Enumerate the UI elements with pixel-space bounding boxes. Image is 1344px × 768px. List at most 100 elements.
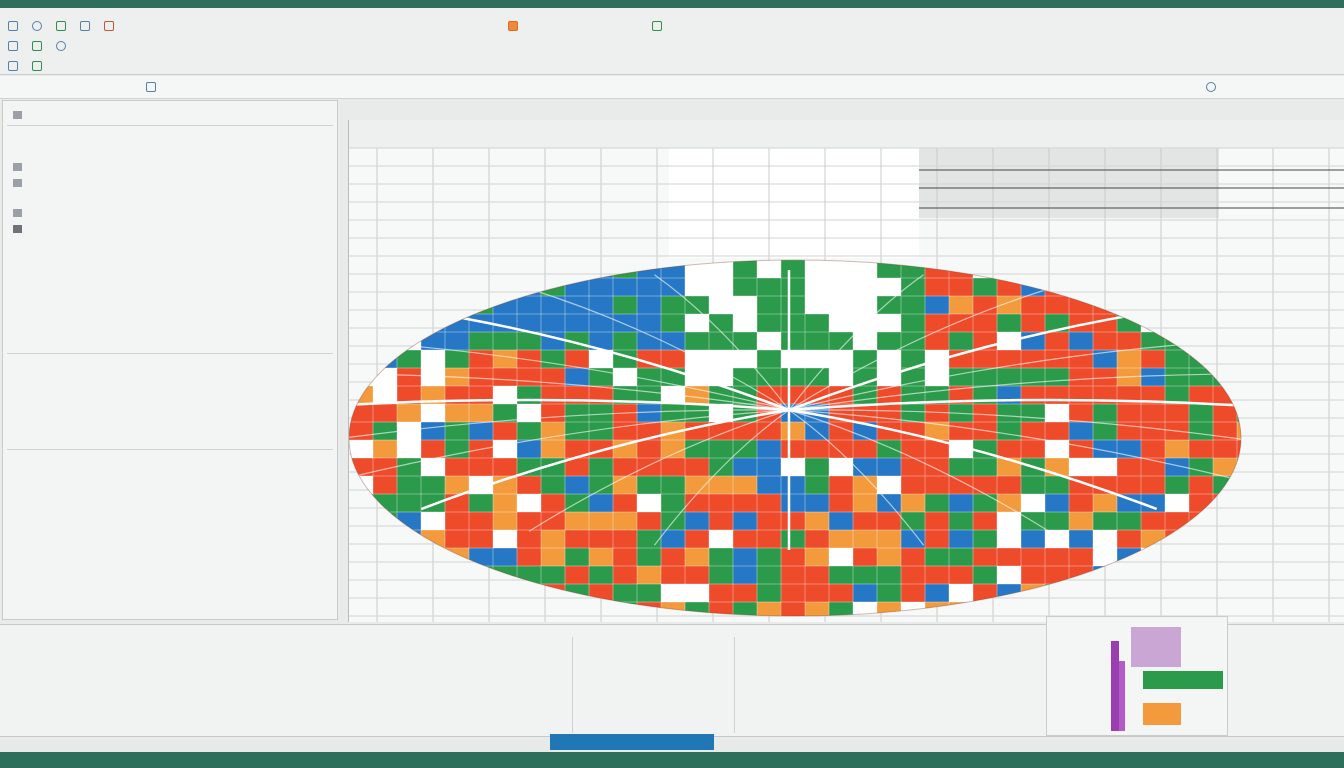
chart-cell [1141, 440, 1165, 458]
chart-cell [493, 422, 517, 440]
chart-cell [1333, 494, 1344, 512]
chart-cell [877, 440, 901, 458]
expand-icon[interactable] [1206, 82, 1216, 92]
chart-cell [805, 512, 829, 530]
chart-cell [877, 296, 901, 314]
spreadsheet[interactable] [348, 120, 1344, 622]
list-item[interactable] [13, 163, 22, 171]
chart-cell [781, 350, 805, 368]
chart-cell [1021, 296, 1045, 314]
mini-chart-panel[interactable] [1046, 616, 1228, 736]
function-icon[interactable] [146, 82, 156, 92]
chart-cell [1237, 296, 1241, 314]
ribbon-tool-5[interactable] [32, 61, 42, 71]
ribbon-group-3[interactable] [56, 21, 66, 31]
chart-cell [397, 404, 421, 422]
chart-cell [1333, 566, 1344, 584]
ribbon-group-1[interactable] [8, 21, 18, 31]
chart-cell [1117, 260, 1141, 278]
chart-cell [685, 296, 709, 314]
chart-cell [1045, 368, 1069, 386]
chart-cell [1213, 386, 1237, 404]
chart-cell [1333, 512, 1344, 530]
chart-cell [349, 548, 373, 566]
chart-cell [1069, 440, 1093, 458]
divider [734, 637, 735, 733]
chart-cell [901, 548, 925, 566]
chart-cell [613, 494, 637, 512]
chart-cell [685, 278, 709, 296]
chart-cell [469, 530, 493, 548]
chart-cell [781, 260, 805, 278]
chart-cell [373, 476, 397, 494]
chart-cell [1285, 278, 1309, 296]
ribbon-group-6[interactable] [508, 21, 518, 31]
chart-cell [1069, 332, 1093, 350]
chart-cell [445, 404, 469, 422]
chart-cell [1141, 494, 1165, 512]
ribbon-group-2[interactable] [32, 21, 42, 31]
chart-cell [925, 314, 949, 332]
chart-cell [949, 422, 973, 440]
chart-cell [829, 548, 853, 566]
chart-cell [1021, 602, 1045, 616]
ribbon-tool-2[interactable] [32, 41, 42, 51]
ribbon-tool-3[interactable] [56, 41, 66, 51]
chart-cell [997, 440, 1021, 458]
chart-cell [1285, 566, 1309, 584]
chart-cell [925, 476, 949, 494]
chart-cell [973, 458, 997, 476]
chart-cell [1045, 566, 1069, 584]
chart-cell [805, 476, 829, 494]
chart-cell [1285, 602, 1309, 620]
chart-cell [901, 314, 925, 332]
formula-bar[interactable] [0, 76, 1344, 99]
chart-cell [925, 296, 949, 314]
ribbon-group-7[interactable] [652, 21, 662, 31]
list-item[interactable] [13, 179, 22, 187]
chart-cell [421, 476, 445, 494]
ribbon-group-4[interactable] [80, 21, 90, 31]
chart-cell [565, 548, 589, 566]
chart-cell [1285, 260, 1309, 278]
chart-cell [733, 458, 757, 476]
chart-cell [1333, 350, 1344, 368]
chart-cell [805, 296, 829, 314]
chart-cell [805, 530, 829, 548]
chart-cell [853, 458, 877, 476]
chart-cell [1165, 440, 1189, 458]
chart-cell [613, 296, 637, 314]
chart-cell [397, 332, 421, 350]
chart-cell [853, 512, 877, 530]
chart-cell [1333, 422, 1344, 440]
chart-cell [1093, 458, 1117, 476]
chart-cell [397, 458, 421, 476]
chart-cell [1213, 440, 1237, 458]
chart-cell [517, 386, 541, 404]
ribbon-group-5[interactable] [104, 21, 114, 31]
list-item[interactable] [13, 225, 22, 233]
chart-cell [685, 458, 709, 476]
list-item[interactable] [13, 209, 22, 217]
chart-cell [901, 278, 925, 296]
chart-cell [949, 368, 973, 386]
chart-cell [517, 368, 541, 386]
chart-cell [349, 332, 373, 350]
chart-cell [493, 494, 517, 512]
chart-cell [493, 566, 517, 584]
sheet-tab-active[interactable] [550, 734, 714, 750]
ribbon-tool-1[interactable] [8, 41, 18, 51]
chart-cell [1069, 548, 1093, 566]
chart-cell [661, 350, 685, 368]
chart-cell [829, 602, 853, 616]
chart-cell [853, 296, 877, 314]
chart-cell [925, 548, 949, 566]
chart-cell [613, 332, 637, 350]
chart-cell [1069, 278, 1093, 296]
ribbon-tool-4[interactable] [8, 61, 18, 71]
chart-cell [613, 314, 637, 332]
chart-cell [853, 602, 877, 616]
chart-cell [1189, 512, 1213, 530]
chart-cell [1141, 476, 1165, 494]
chart-cell [1237, 602, 1241, 616]
